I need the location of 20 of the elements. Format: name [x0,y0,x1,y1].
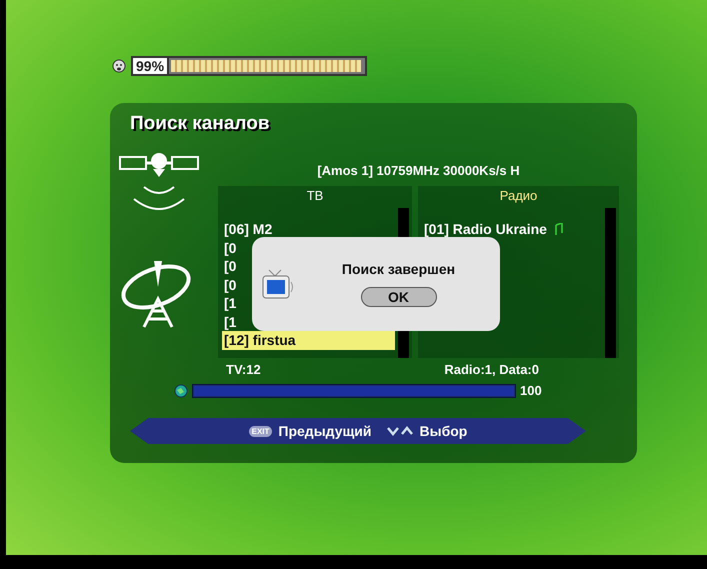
signal-reading: 99% [131,56,168,76]
channel-item[interactable]: [12] firstua [222,331,395,350]
transponder-info: [Amos 1] 10759MHz 30000Ks/s H [316,162,521,180]
globe-icon [174,384,188,398]
panel-title: Поиск каналов [129,112,271,133]
ok-button[interactable]: OK [360,287,436,307]
remote-key-icon: EXIT [248,426,272,436]
scrollbar[interactable] [605,208,616,358]
progress-reading: 100 [520,383,542,398]
help-label: Выбор [420,423,468,439]
channel-item[interactable]: [06] M2 [222,220,395,238]
radio-count: Radio:1, Data:0 [444,362,539,377]
music-note-icon [552,222,563,236]
tv-count: TV:12 [226,362,261,377]
help-label: Предыдущий [278,423,372,439]
dialog-message: Поиск завершен [342,261,456,277]
column-heading: Радио [498,187,538,205]
channel-item[interactable]: [01] Radio Ukraine [422,220,602,238]
up-down-arrows-icon [386,426,414,436]
column-heading: ТВ [306,187,324,205]
